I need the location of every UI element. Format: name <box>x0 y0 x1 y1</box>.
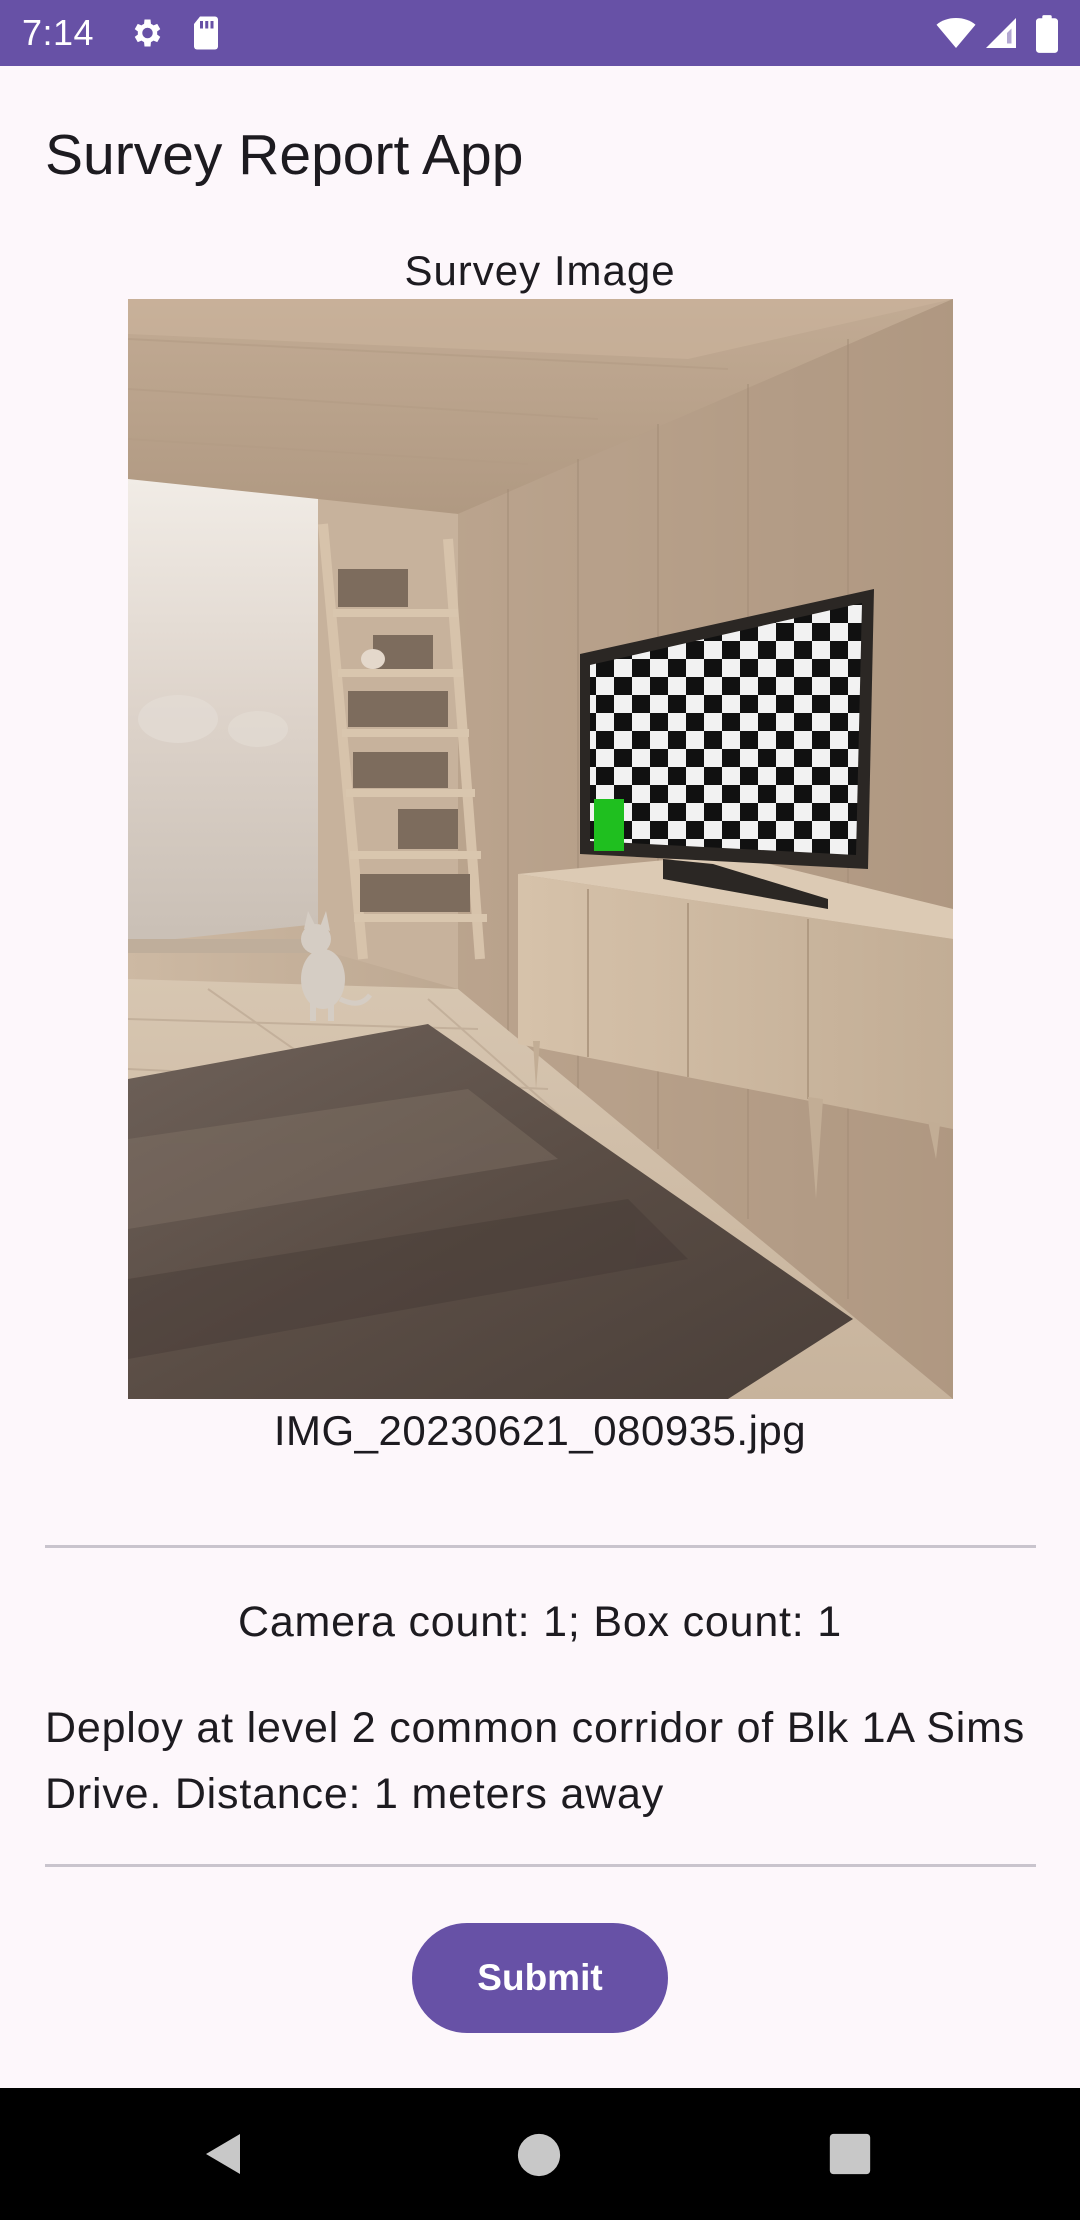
home-icon[interactable] <box>516 2132 562 2178</box>
app-title: Survey Report App <box>45 123 524 187</box>
navigation-bar <box>0 2088 1080 2220</box>
status-bar: 7:14 <box>0 0 1080 66</box>
count-summary: Camera count: 1; Box count: 1 <box>237 1598 842 1646</box>
divider-bottom <box>45 1864 1036 1867</box>
survey-image-label: Survey Image <box>404 247 676 294</box>
deployment-description: Deploy at level 2 common corridor of Blk… <box>45 1704 1025 1818</box>
battery-icon <box>1036 15 1058 53</box>
signal-icon <box>986 18 1016 48</box>
sd-card-icon <box>194 16 218 50</box>
submit-button[interactable]: Submit <box>412 1923 668 2033</box>
divider-top <box>45 1545 1036 1548</box>
wifi-icon <box>936 18 976 48</box>
file-name: IMG_20230621_080935.jpg <box>273 1407 807 1454</box>
status-time: 7:14 <box>22 12 95 53</box>
recents-icon[interactable] <box>828 2132 872 2176</box>
survey-photo <box>128 299 953 1399</box>
settings-gear-icon <box>134 19 161 47</box>
screen: 7:14 Survey Report App Survey Image IMG_… <box>0 0 1080 2220</box>
back-icon[interactable] <box>200 2130 248 2178</box>
